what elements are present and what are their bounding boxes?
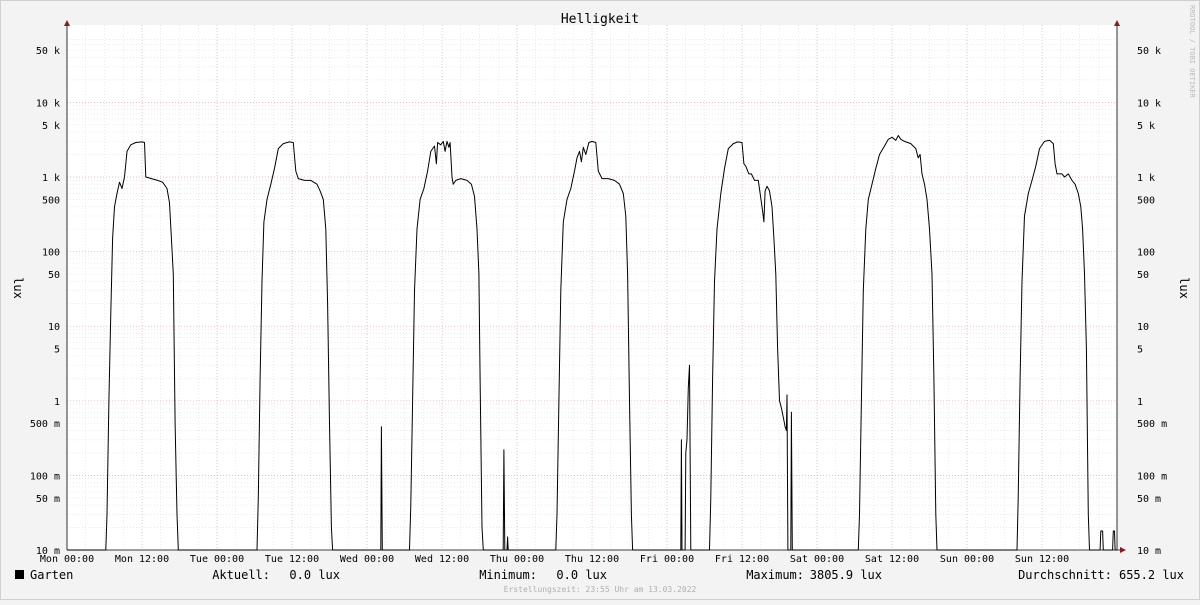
legend-max-label: Maximum: xyxy=(746,568,804,582)
legend-current-label: Aktuell: xyxy=(212,568,270,582)
y-tick-label-right: 500 m xyxy=(1137,419,1167,430)
x-tick-label: Sat 00:00 xyxy=(790,554,844,565)
y-tick-label-right: 50 m xyxy=(1137,494,1161,505)
x-tick-label: Mon 12:00 xyxy=(115,554,169,565)
x-tick-label: Sun 00:00 xyxy=(940,554,994,565)
x-tick-label: Wed 12:00 xyxy=(415,554,469,565)
legend-min-value: 0.0 lux xyxy=(556,568,607,582)
y-tick-label-right: 10 k xyxy=(1137,98,1161,109)
y-tick-label-left: 1 xyxy=(54,397,60,408)
x-tick-label: Thu 00:00 xyxy=(490,554,544,565)
legend-swatch xyxy=(15,570,24,579)
legend-series-name: Garten xyxy=(30,568,73,582)
y-tick-label-left: 100 m xyxy=(30,471,60,482)
y-tick-label-left: 10 xyxy=(48,322,60,333)
y-tick-label-right: 500 xyxy=(1137,195,1155,206)
chart-title: Helligkeit xyxy=(561,12,639,27)
legend-current-value: 0.0 lux xyxy=(289,568,340,582)
y-axis-label-right: lux xyxy=(1177,277,1191,299)
legend-avg-label: Durchschnitt: xyxy=(1018,568,1112,582)
y-tick-label-left: 50 m xyxy=(36,494,60,505)
chart-container: 10 m 50 m 100 m 500 m 1 5 10 50 100 500 1 k 5 k 10 k… xyxy=(0,0,1200,600)
y-tick-label-right: 50 k xyxy=(1137,46,1161,57)
x-tick-label: Thu 12:00 xyxy=(565,554,619,565)
x-tick-label: Tue 12:00 xyxy=(265,554,319,565)
x-tick-label: Fri 00:00 xyxy=(640,554,694,565)
x-tick-label: Tue 00:00 xyxy=(190,554,244,565)
x-tick-label: Fri 12:00 xyxy=(715,554,769,565)
y-tick-label-right: 50 xyxy=(1137,270,1149,281)
y-tick-label-left: 1 k xyxy=(42,173,60,184)
legend-avg-value: 655.2 lux xyxy=(1119,568,1184,582)
y-tick-label-right: 10 xyxy=(1137,322,1149,333)
watermark: RRDTOOL / TOBI OETIKER xyxy=(1188,5,1196,99)
y-tick-label-right: 100 xyxy=(1137,248,1155,259)
footer-created: Erstellungszeit: 23:55 Uhr am 13.03.2022 xyxy=(504,585,697,594)
y-tick-label-right: 5 k xyxy=(1137,121,1155,132)
y-tick-label-right: 10 m xyxy=(1137,546,1161,557)
y-tick-label-left: 5 k xyxy=(42,121,60,132)
x-tick-label: Sat 12:00 xyxy=(865,554,919,565)
y-tick-label-right: 5 xyxy=(1137,345,1143,356)
y-tick-label-left: 5 xyxy=(54,345,60,356)
legend-min-label: Minimum: xyxy=(479,568,537,582)
y-tick-label-left: 50 k xyxy=(36,46,60,57)
y-tick-label-left: 500 xyxy=(42,195,60,206)
y-tick-label-right: 1 k xyxy=(1137,173,1155,184)
x-tick-label: Mon 00:00 xyxy=(40,554,94,565)
brightness-chart: 10 m 50 m 100 m 500 m 1 5 10 50 100 500 1 k 5 k 10 k… xyxy=(0,0,1200,600)
y-tick-label-left: 10 k xyxy=(36,98,60,109)
y-tick-label-left: 50 xyxy=(48,270,60,281)
y-tick-label-right: 1 xyxy=(1137,397,1143,408)
x-tick-label: Sun 12:00 xyxy=(1015,554,1069,565)
y-tick-label-left: 100 xyxy=(42,248,60,259)
legend-max-value: 3805.9 lux xyxy=(810,568,882,582)
y-axis-label-left: lux xyxy=(11,277,25,299)
y-tick-label-left: 500 m xyxy=(30,419,60,430)
x-tick-label: Wed 00:00 xyxy=(340,554,394,565)
y-tick-label-right: 100 m xyxy=(1137,471,1167,482)
